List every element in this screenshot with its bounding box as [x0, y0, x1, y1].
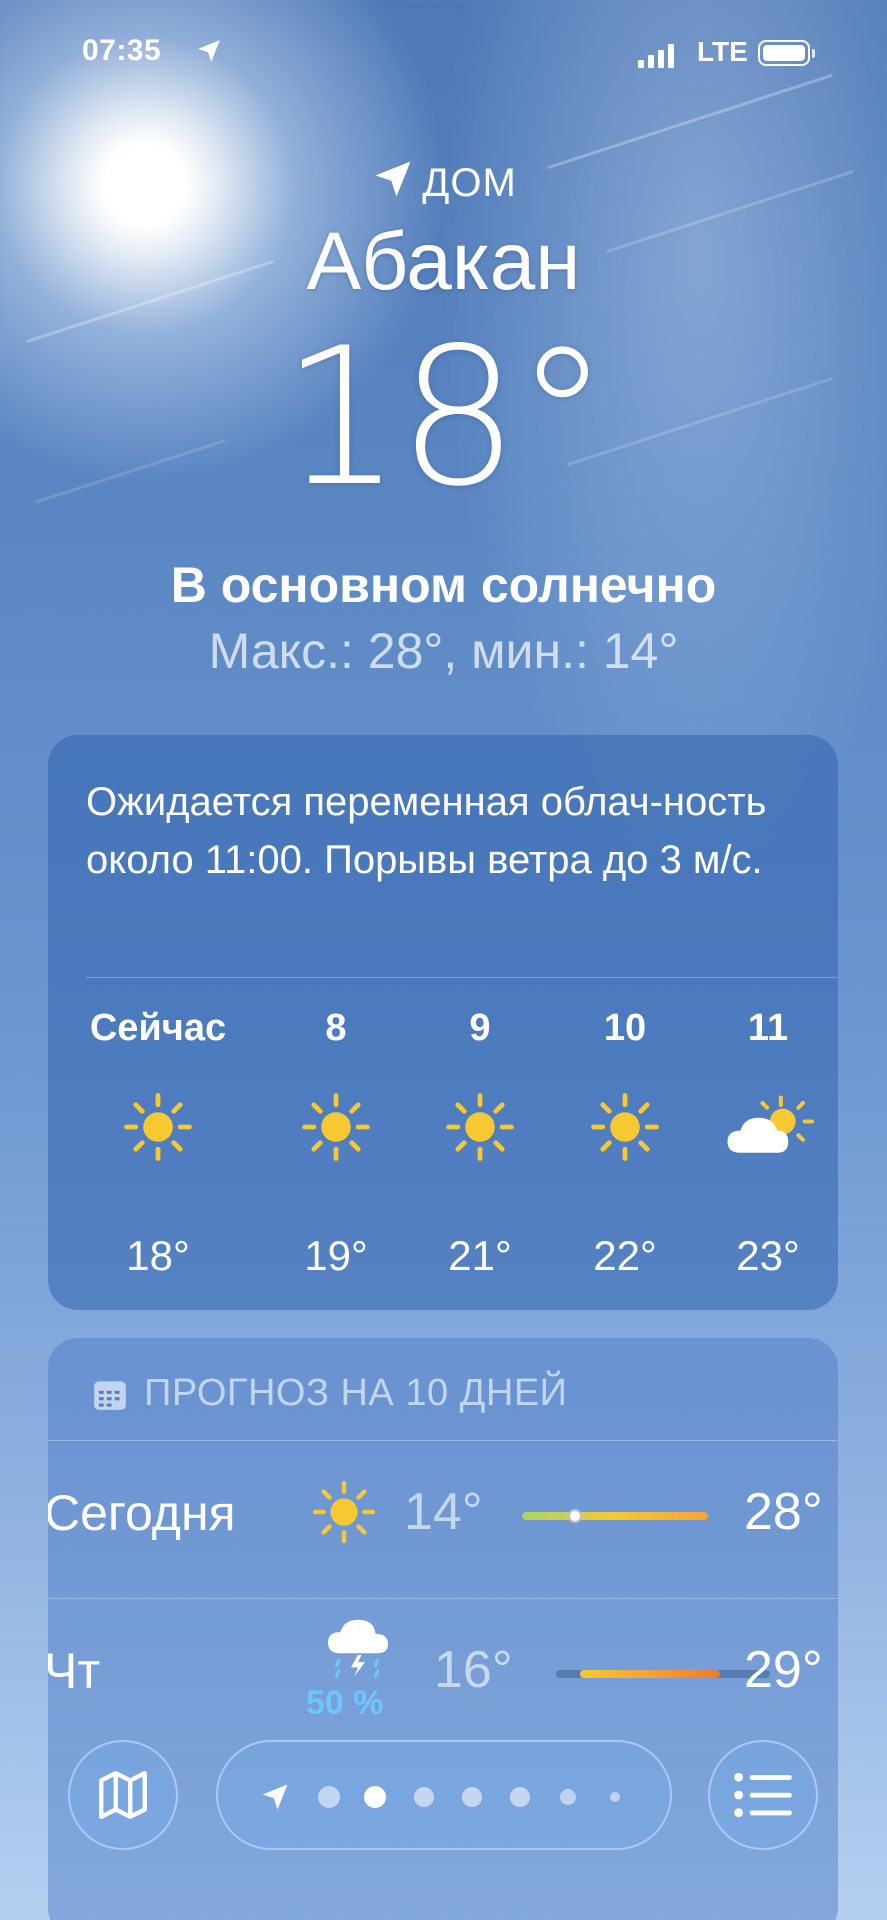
daily-forecast-title: ПРОГНОЗ НА 10 ДНЕЙ — [144, 1372, 568, 1414]
hour-item: Сейчас 18° — [88, 1007, 228, 1279]
page-dot-current[interactable] — [364, 1786, 386, 1808]
day-name: Чт — [48, 1643, 101, 1699]
hour-label: 10 — [603, 1007, 647, 1049]
page-dot[interactable] — [610, 1792, 620, 1802]
page-dot[interactable] — [462, 1787, 482, 1807]
hour-temp: 23° — [736, 1232, 800, 1279]
current-temperature: 18° — [281, 307, 610, 528]
day-low-temp: 14° — [404, 1483, 483, 1541]
city-list-button[interactable] — [708, 1740, 818, 1850]
page-dot[interactable] — [414, 1787, 434, 1807]
hour-temp: 21° — [448, 1232, 512, 1279]
sun-icon — [555, 1082, 695, 1172]
hour-item: 8 19° — [266, 1007, 406, 1279]
day-high-temp: 28° — [744, 1483, 823, 1541]
hour-temp: 22° — [593, 1232, 657, 1279]
hour-label: 11 — [747, 1007, 789, 1049]
calendar-icon — [94, 1380, 126, 1410]
location-label: ДОМ — [0, 158, 887, 206]
sun-icon — [266, 1082, 406, 1172]
temp-range-bar — [522, 1509, 708, 1523]
cellular-signal-icon — [638, 44, 674, 68]
sun-icon — [310, 1478, 378, 1551]
page-indicator[interactable] — [216, 1740, 672, 1850]
map-button[interactable] — [68, 1740, 178, 1850]
hour-item: 9 21° — [410, 1007, 550, 1279]
hour-label: 8 — [325, 1007, 347, 1049]
daily-forecast-header: ПРОГНОЗ НА 10 ДНЕЙ — [90, 1372, 567, 1415]
city-name: Абакан — [306, 216, 581, 307]
divider — [86, 977, 838, 978]
page-dot[interactable] — [510, 1787, 530, 1807]
list-icon — [734, 1772, 792, 1818]
location-arrow-icon — [262, 1784, 288, 1810]
current-temp-dot — [568, 1509, 582, 1523]
forecast-summary: Ожидается переменная облач-ность около 1… — [86, 780, 767, 882]
hour-label: 9 — [469, 1007, 491, 1049]
bottom-toolbar — [0, 1740, 887, 1860]
page-dot[interactable] — [560, 1789, 576, 1805]
status-time: 07:35 — [82, 34, 162, 67]
day-row[interactable]: Сегодня 14° 28° — [48, 1440, 838, 1590]
sun-icon — [410, 1082, 550, 1172]
partly-cloudy-icon — [698, 1082, 838, 1172]
map-icon — [99, 1771, 147, 1819]
hour-item: 10 22° — [555, 1007, 695, 1279]
location-arrow-icon — [198, 40, 220, 62]
day-name: Сегодня — [48, 1485, 236, 1541]
hourly-list[interactable]: Сейчас 18° 8 19° 9 21° 10 22° 11 23° — [48, 1007, 838, 1297]
temp-range-bar — [556, 1670, 770, 1678]
network-type: LTE — [697, 36, 748, 67]
status-bar: 07:35 LTE — [0, 34, 887, 74]
day-row[interactable]: Чт 50 % 16° 29° — [48, 1598, 838, 1748]
hourly-forecast-card[interactable]: Ожидается переменная облач-ность около 1… — [48, 735, 838, 1310]
precipitation-chance: 50 % — [306, 1684, 384, 1722]
day-high-temp: 29° — [744, 1641, 823, 1699]
thunderstorm-icon — [322, 1618, 394, 1683]
battery-icon — [758, 40, 815, 66]
day-low-temp: 16° — [434, 1641, 513, 1699]
high-low-temperature: Макс.: 28°, мин.: 14° — [208, 623, 679, 679]
weather-condition: В основном солнечно — [170, 557, 717, 613]
hour-temp: 18° — [126, 1232, 190, 1279]
hour-temp: 19° — [304, 1232, 368, 1279]
hour-item: 11 23° — [698, 1007, 838, 1279]
location-label-text: ДОМ — [422, 161, 517, 205]
hour-label: Сейчас — [89, 1007, 227, 1049]
sun-icon — [88, 1082, 228, 1172]
location-arrow-icon — [375, 161, 411, 197]
page-dot[interactable] — [318, 1786, 340, 1808]
